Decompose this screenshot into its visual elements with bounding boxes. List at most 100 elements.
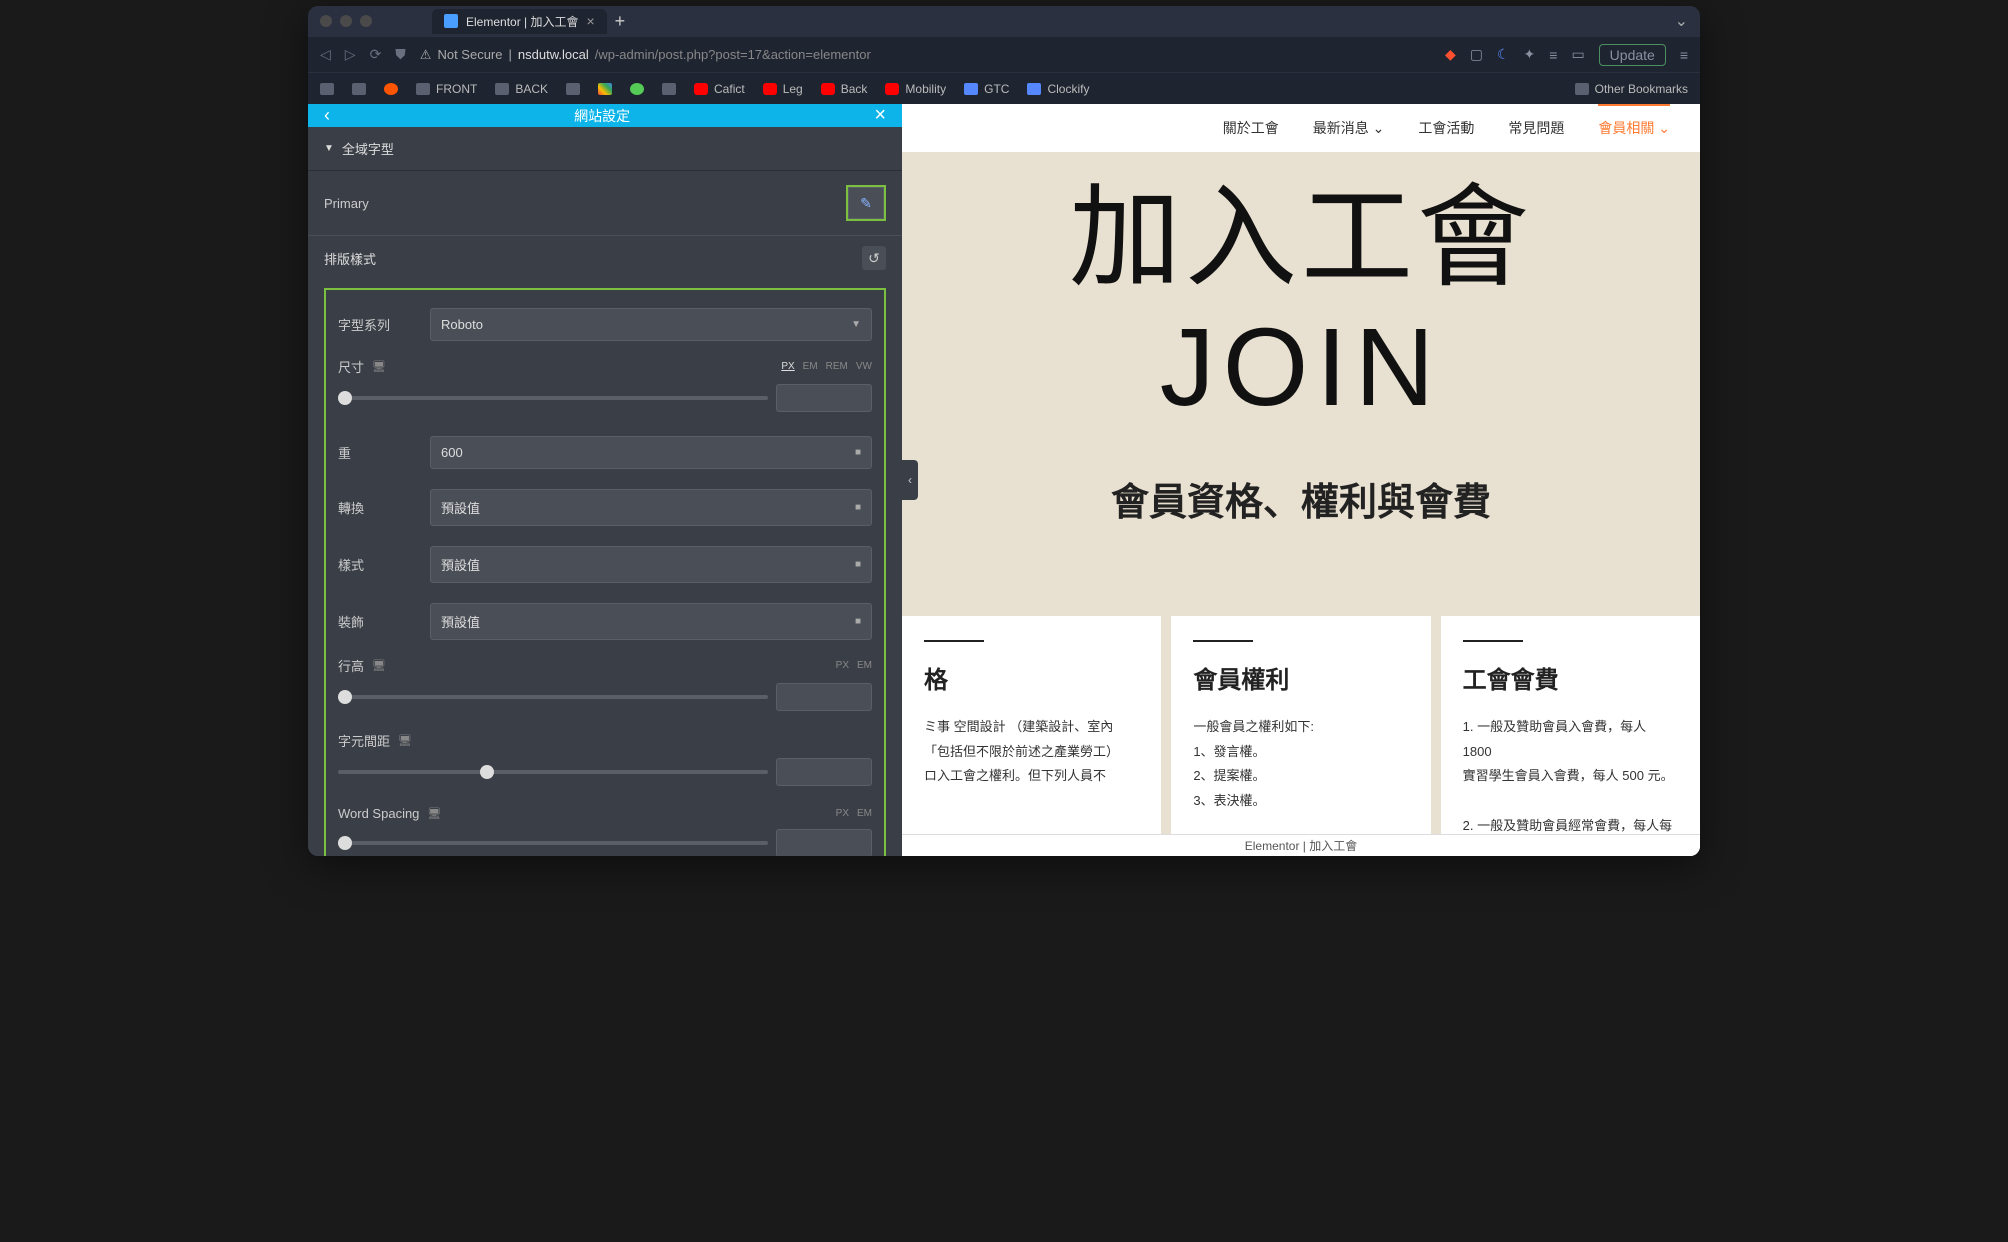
- size-input[interactable]: [776, 384, 872, 412]
- unit-rem[interactable]: REM: [826, 361, 848, 372]
- toolbar-icons: ◆ ▢ ☾ ✦ ≡ ▭ Update ≡: [1445, 44, 1688, 66]
- warning-icon: ⚠: [420, 47, 432, 63]
- hero-title-zh: 加入工會: [942, 182, 1660, 294]
- titlebar: Elementor | 加入工會 × + ⌄: [308, 6, 1700, 36]
- collapse-panel-button[interactable]: ‹: [902, 460, 918, 500]
- unit-em[interactable]: EM: [803, 361, 818, 372]
- style-select[interactable]: 預設值■: [430, 546, 872, 583]
- tab-title: Elementor | 加入工會: [466, 13, 578, 30]
- divider: [1193, 640, 1253, 642]
- moon-icon[interactable]: ☾: [1497, 46, 1510, 63]
- caret-down-icon: ▼: [324, 143, 334, 154]
- chevron-down-icon[interactable]: ⌄: [1675, 11, 1688, 31]
- preview-footer: Elementor | 加入工會: [902, 834, 1700, 856]
- update-button[interactable]: Update: [1599, 44, 1666, 66]
- letter-spacing-slider[interactable]: [338, 770, 768, 774]
- bookmark-folder[interactable]: [566, 83, 580, 95]
- hero-title-en: JOIN: [942, 304, 1660, 431]
- font-family-select[interactable]: Roboto▼: [430, 308, 872, 341]
- forward-button[interactable]: ▷: [345, 46, 356, 63]
- unit-px[interactable]: PX: [781, 361, 794, 372]
- style-row: 樣式 預設值■: [334, 536, 876, 593]
- desktop-icon[interactable]: 🖥: [398, 734, 412, 747]
- typography-header: 排版樣式 ↺: [308, 235, 902, 280]
- wallet-icon[interactable]: ▭: [1571, 46, 1584, 63]
- browser-tab[interactable]: Elementor | 加入工會 ×: [432, 9, 607, 34]
- desktop-icon[interactable]: 🖥: [372, 659, 386, 672]
- section-global-fonts[interactable]: ▼ 全域字型: [308, 127, 902, 171]
- unit-px[interactable]: PX: [836, 808, 849, 819]
- elementor-icon: [444, 14, 458, 28]
- primary-font-row: Primary ✎: [308, 171, 902, 235]
- divider: [1463, 640, 1523, 642]
- bookmark-cafict[interactable]: Cafict: [694, 82, 745, 96]
- line-height-slider[interactable]: [338, 695, 768, 699]
- desktop-icon[interactable]: 🖥: [427, 807, 441, 820]
- card-body: 1. 一般及贊助會員入會費，每人 1800實習學生會員入會費，每人 500 元。…: [1463, 715, 1678, 838]
- menu-icon[interactable]: ≡: [1680, 47, 1688, 63]
- new-tab-button[interactable]: +: [615, 11, 626, 32]
- nav-faq[interactable]: 常見問題: [1508, 118, 1564, 138]
- bookmark-folder[interactable]: [352, 83, 366, 95]
- weight-select[interactable]: 600■: [430, 436, 872, 469]
- other-bookmarks[interactable]: Other Bookmarks: [1575, 82, 1688, 96]
- bookmark-leg[interactable]: Leg: [763, 82, 803, 96]
- panel-back-button[interactable]: ‹: [324, 105, 330, 126]
- panel-header: ‹ 網站設定 ×: [308, 104, 902, 127]
- bookmark-item[interactable]: [384, 83, 398, 95]
- font-family-row: 字型系列 Roboto▼: [334, 298, 876, 351]
- edit-typography-button[interactable]: ✎: [848, 187, 884, 219]
- nav-events[interactable]: 工會活動: [1418, 118, 1474, 138]
- unit-px[interactable]: PX: [836, 660, 849, 671]
- brave-icon[interactable]: ◆: [1445, 46, 1456, 63]
- transform-row: 轉換 預設值■: [334, 479, 876, 536]
- bookmark-gmail[interactable]: [598, 83, 612, 95]
- letter-spacing-input[interactable]: [776, 758, 872, 786]
- chevron-down-icon: ■: [855, 559, 861, 570]
- bookmark-back2[interactable]: Back: [821, 82, 868, 96]
- bookmark-gtc[interactable]: GTC: [964, 82, 1009, 96]
- notion-icon[interactable]: ▢: [1470, 46, 1483, 63]
- reload-button[interactable]: ⟳: [370, 46, 382, 63]
- bookmark-front[interactable]: FRONT: [416, 82, 477, 96]
- unit-em[interactable]: EM: [857, 808, 872, 819]
- shield-icon[interactable]: ⛊: [395, 46, 406, 63]
- bookmark-clockify[interactable]: Clockify: [1027, 82, 1089, 96]
- browser-window: Elementor | 加入工會 × + ⌄ ◁ ▷ ⟳ ⛊ ⚠ Not Sec…: [308, 6, 1700, 856]
- bookmark-drive[interactable]: [630, 83, 644, 95]
- bookmark-back[interactable]: BACK: [495, 82, 548, 96]
- traffic-lights[interactable]: [320, 15, 372, 27]
- list-icon[interactable]: ≡: [1549, 47, 1557, 63]
- bookmark-mobility[interactable]: Mobility: [885, 82, 946, 96]
- unit-em[interactable]: EM: [857, 660, 872, 671]
- desktop-icon[interactable]: 🖥: [372, 360, 386, 373]
- unit-vw[interactable]: VW: [856, 361, 872, 372]
- subtitle: 會員資格、權利與會費: [942, 471, 1660, 526]
- url-path: /wp-admin/post.php?post=17&action=elemen…: [595, 47, 871, 62]
- word-spacing-input[interactable]: [776, 829, 872, 856]
- extensions-icon[interactable]: ✦: [1524, 46, 1536, 63]
- primary-label: Primary: [324, 196, 369, 211]
- nav-member[interactable]: 會員相關 ⌄: [1598, 104, 1670, 138]
- line-height-input[interactable]: [776, 683, 872, 711]
- security-status: Not Secure: [437, 47, 502, 62]
- nav-about[interactable]: 關於工會: [1223, 118, 1279, 138]
- bookmark-folder[interactable]: [320, 83, 334, 95]
- back-button[interactable]: ◁: [320, 46, 331, 63]
- bookmark-folder[interactable]: [662, 83, 676, 95]
- url-bar[interactable]: ⚠ Not Secure | nsdutw.local/wp-admin/pos…: [420, 47, 1431, 63]
- typography-controls: 字型系列 Roboto▼ 尺寸🖥 PXEMREMVW 重 600■ 轉換 預: [324, 288, 886, 856]
- nav-news[interactable]: 最新消息 ⌄: [1313, 118, 1385, 138]
- card-rights: 會員權利 一般會員之權利如下:1、發言權。2、提案權。3、表決權。: [1171, 616, 1430, 856]
- page-preview: ‹ 關於工會 最新消息 ⌄ 工會活動 常見問題 會員相關 ⌄ 加入工會 JOIN…: [902, 104, 1700, 856]
- decoration-select[interactable]: 預設值■: [430, 603, 872, 640]
- panel-title: 網站設定: [574, 106, 630, 126]
- word-spacing-slider[interactable]: [338, 841, 768, 845]
- transform-select[interactable]: 預設值■: [430, 489, 872, 526]
- reset-button[interactable]: ↺: [862, 246, 886, 270]
- panel-close-button[interactable]: ×: [874, 104, 886, 127]
- card-title: 格: [924, 660, 1139, 695]
- close-icon[interactable]: ×: [586, 13, 594, 29]
- size-slider[interactable]: [338, 396, 768, 400]
- decoration-row: 裝飾 預設值■: [334, 593, 876, 650]
